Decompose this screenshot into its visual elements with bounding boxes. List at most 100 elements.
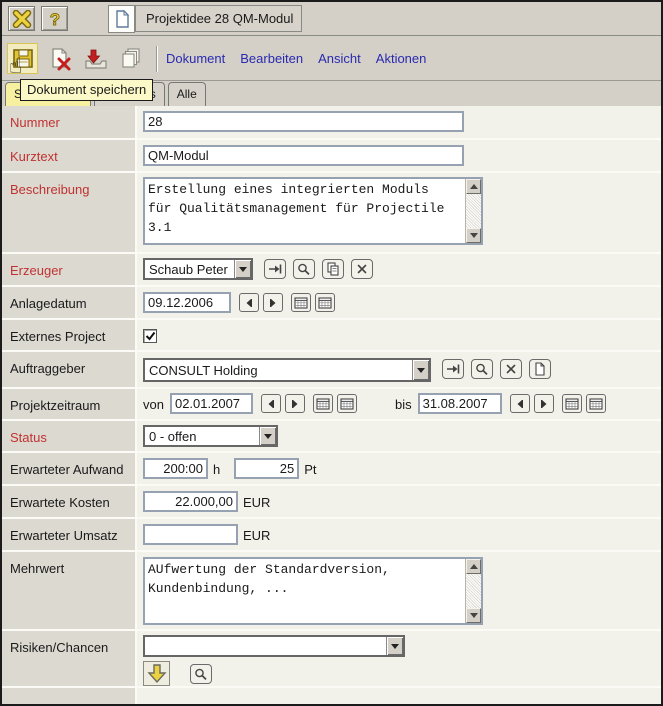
risiken-label: Risiken/Chancen <box>2 631 137 686</box>
bis-label: bis <box>395 397 412 412</box>
anlagedatum-prev-button[interactable] <box>239 293 259 312</box>
kurztext-input[interactable] <box>143 145 464 166</box>
scroll-up-icon[interactable] <box>466 179 481 194</box>
bis-calendar2-button[interactable] <box>586 394 606 413</box>
filler-label-column <box>2 688 137 704</box>
aufwand-hours-input[interactable] <box>143 458 208 479</box>
nummer-label: Nummer <box>2 106 137 138</box>
mehrwert-label: Mehrwert <box>2 552 137 629</box>
save-icon <box>12 48 34 69</box>
delete-button[interactable] <box>46 45 74 73</box>
import-button[interactable] <box>82 45 110 73</box>
insert-down-arrow-icon <box>146 663 168 684</box>
nummer-input[interactable] <box>143 111 464 132</box>
erzeuger-copy-button[interactable] <box>322 259 344 279</box>
anlagedatum-input[interactable] <box>143 292 231 313</box>
bis-next-button[interactable] <box>534 394 554 413</box>
status-select[interactable]: 0 - offen <box>143 425 278 447</box>
anlagedatum-calendar-button[interactable] <box>291 293 311 312</box>
toolbar-separator <box>156 46 158 72</box>
dropdown-arrow-icon <box>386 637 403 655</box>
aufwand-label: Erwarteter Aufwand <box>2 453 137 484</box>
von-next-button[interactable] <box>285 394 305 413</box>
bis-prev-button[interactable] <box>510 394 530 413</box>
aufwand-points-unit: Pt <box>304 462 316 477</box>
auftraggeber-select[interactable]: CONSULT Holding <box>143 358 431 382</box>
von-prev-button[interactable] <box>261 394 281 413</box>
von-calendar-button[interactable] <box>313 394 333 413</box>
von-calendar2-button[interactable] <box>337 394 357 413</box>
close-button[interactable] <box>8 6 35 31</box>
auftraggeber-goto-button[interactable] <box>442 359 464 379</box>
prev-day-icon <box>515 399 525 409</box>
bis-calendar-button[interactable] <box>562 394 582 413</box>
menu-dokument[interactable]: Dokument <box>166 51 225 66</box>
erzeuger-goto-button[interactable] <box>264 259 286 279</box>
scroll-down-icon[interactable] <box>466 228 481 243</box>
mehrwert-scrollbar[interactable] <box>465 559 481 623</box>
copy-button[interactable] <box>118 45 146 73</box>
mehrwert-textbox: AUfwertung der Standardversion, Kundenbi… <box>143 557 483 625</box>
erzeuger-selected-value: Schaub Peter <box>145 260 234 278</box>
von-label: von <box>143 397 164 412</box>
tab-alle[interactable]: Alle <box>168 82 206 106</box>
risiken-selected-value <box>145 637 386 655</box>
scroll-down-icon[interactable] <box>466 608 481 623</box>
auftraggeber-selected-value: CONSULT Holding <box>145 360 412 380</box>
delete-icon <box>48 47 73 71</box>
menu-bearbeiten[interactable]: Bearbeiten <box>240 51 303 66</box>
document-icon <box>113 9 131 29</box>
scroll-track[interactable] <box>466 574 481 608</box>
help-button[interactable]: ? <box>41 6 68 31</box>
import-icon <box>84 47 108 71</box>
risiken-insert-button[interactable] <box>143 661 170 686</box>
svg-text:?: ? <box>49 10 59 29</box>
document-button[interactable] <box>108 5 135 33</box>
erzeuger-search-button[interactable] <box>293 259 315 279</box>
scroll-track[interactable] <box>466 194 481 228</box>
risiken-search-button[interactable] <box>190 664 212 684</box>
zeitraum-von-input[interactable] <box>170 393 253 414</box>
beschreibung-scrollbar[interactable] <box>465 179 481 243</box>
beschreibung-textarea[interactable]: Erstellung eines integrierten Moduls für… <box>145 179 465 243</box>
auftraggeber-search-button[interactable] <box>471 359 493 379</box>
erzeuger-select[interactable]: Schaub Peter <box>143 258 253 280</box>
umsatz-input[interactable] <box>143 524 238 545</box>
scroll-up-icon[interactable] <box>466 559 481 574</box>
row-beschreibung: Beschreibung Erstellung eines integriert… <box>2 173 661 254</box>
prev-day-icon <box>266 399 276 409</box>
aufwand-hours-unit: h <box>213 462 220 477</box>
copy-small-icon <box>326 262 340 276</box>
menu-aktionen[interactable]: Aktionen <box>376 51 427 66</box>
copy-icon <box>120 47 144 71</box>
erzeuger-clear-button[interactable] <box>351 259 373 279</box>
auftraggeber-clear-button[interactable] <box>500 359 522 379</box>
calendar-icon <box>294 297 308 309</box>
app-window: ? Projektidee 28 QM-Modul <box>0 0 663 706</box>
auftraggeber-new-button[interactable] <box>529 359 551 379</box>
aufwand-points-input[interactable] <box>234 458 299 479</box>
row-risiken: Risiken/Chancen <box>2 631 661 688</box>
anlagedatum-next-button[interactable] <box>263 293 283 312</box>
menu-ansicht[interactable]: Ansicht <box>318 51 361 66</box>
clear-icon <box>505 363 517 375</box>
next-day-icon <box>290 399 300 409</box>
window-title: Projektidee 28 QM-Modul <box>135 5 302 32</box>
row-status: Status 0 - offen <box>2 421 661 453</box>
anlagedatum-calendar2-button[interactable] <box>315 293 335 312</box>
externes-project-checkbox[interactable] <box>143 329 157 343</box>
close-icon <box>12 10 32 28</box>
zeitraum-bis-input[interactable] <box>418 393 502 414</box>
beschreibung-textbox: Erstellung eines integrierten Moduls für… <box>143 177 483 245</box>
goto-icon <box>268 263 282 275</box>
save-button[interactable] <box>7 43 38 74</box>
kosten-label: Erwartete Kosten <box>2 486 137 517</box>
row-externes-project: Externes Project <box>2 320 661 352</box>
calendar-icon <box>565 398 579 410</box>
externes-project-label: Externes Project <box>2 320 137 350</box>
dropdown-arrow-icon <box>259 427 276 445</box>
kosten-input[interactable] <box>143 491 238 512</box>
goto-icon <box>446 363 460 375</box>
risiken-select[interactable] <box>143 635 405 657</box>
mehrwert-textarea[interactable]: AUfwertung der Standardversion, Kundenbi… <box>145 559 465 623</box>
